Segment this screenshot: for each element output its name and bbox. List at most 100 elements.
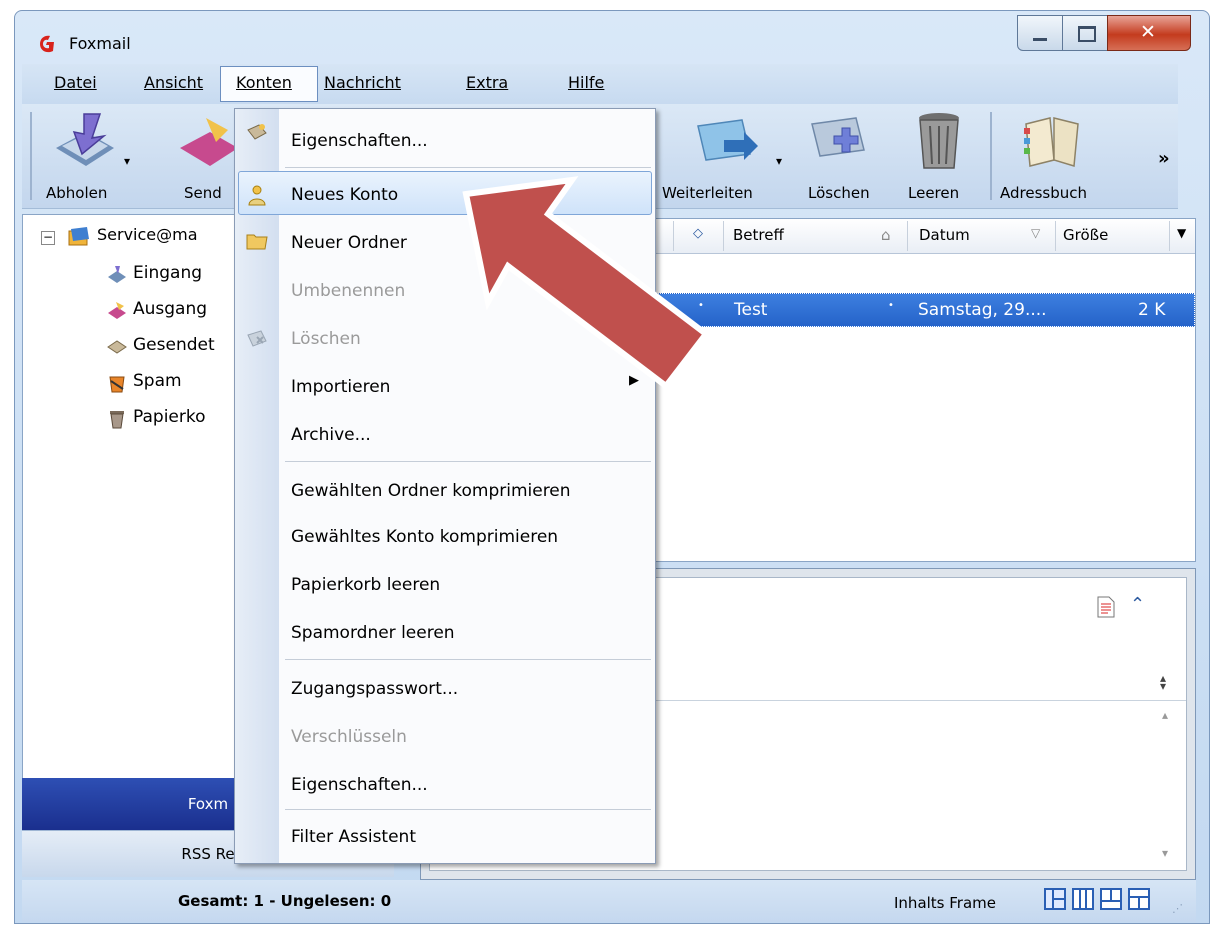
column-betreff[interactable]: Betreff bbox=[733, 226, 784, 244]
message-size: 2 K bbox=[1138, 300, 1166, 320]
menu-item-konto-komprimieren-label: Gewähltes Konto komprimieren bbox=[291, 527, 559, 547]
menu-item-spamordner-leeren[interactable]: Spamordner leeren bbox=[291, 609, 455, 657]
menu-extra[interactable]: Extra bbox=[466, 73, 508, 92]
message-subject: Test bbox=[734, 300, 768, 320]
menu-item-ordner-komprimieren-label: Gewählten Ordner komprimieren bbox=[291, 481, 571, 501]
layout-option-2-icon[interactable] bbox=[1072, 888, 1094, 910]
minimize-button[interactable] bbox=[1017, 15, 1063, 51]
menu-separator bbox=[285, 659, 651, 660]
message-date: Samstag, 29.... bbox=[918, 300, 1047, 320]
toolbar-overflow-button[interactable]: » bbox=[1158, 148, 1170, 169]
close-button[interactable]: ✕ bbox=[1107, 15, 1191, 51]
attachment-column-icon[interactable]: ⌂ bbox=[881, 226, 891, 244]
status-totals: Gesamt: 1 - Ungelesen: 0 bbox=[178, 892, 392, 910]
layout-option-4-icon[interactable] bbox=[1128, 888, 1150, 910]
column-separator bbox=[907, 221, 908, 251]
menu-extra-label: Extra bbox=[466, 73, 509, 92]
layout-option-3-icon[interactable] bbox=[1100, 888, 1122, 910]
new-account-icon bbox=[248, 185, 266, 206]
weiterleiten-dropdown-icon[interactable]: ▾ bbox=[776, 154, 782, 168]
collapse-header-icon[interactable]: ⌃ bbox=[1130, 594, 1145, 615]
menu-item-filter-assistent-label: Filter Assistent bbox=[291, 827, 416, 847]
menu-icon-gutter bbox=[235, 109, 279, 863]
menu-item-zugangspasswort-label: Zugangspasswort... bbox=[291, 679, 459, 699]
nav-rss-label: RSS Re bbox=[181, 845, 235, 863]
column-separator bbox=[723, 221, 724, 251]
menu-item-filter-assistent[interactable]: Filter Assistent bbox=[291, 813, 416, 861]
menu-item-umbenennen-label: Umbenennen bbox=[291, 281, 406, 301]
spam-icon bbox=[109, 376, 125, 393]
menu-separator bbox=[285, 809, 651, 810]
menu-item-neuer-ordner[interactable]: Neuer Ordner bbox=[291, 219, 407, 267]
window-title: Foxmail bbox=[69, 34, 131, 53]
folder-gesendet-label: Gesendet bbox=[133, 335, 215, 355]
preview-scrollbar[interactable]: ▴ ▾ bbox=[1160, 708, 1180, 868]
menu-ansicht[interactable]: Ansicht bbox=[144, 73, 203, 92]
folder-papierkorb[interactable]: Papierko bbox=[107, 407, 247, 433]
menu-datei[interactable]: Datei bbox=[54, 73, 97, 92]
senden-label: Send bbox=[184, 184, 222, 202]
sent-icon bbox=[107, 340, 127, 354]
senden-button[interactable]: Send bbox=[162, 104, 238, 208]
folder-spam[interactable]: Spam bbox=[107, 371, 247, 397]
menu-konten-label: Konten bbox=[236, 73, 292, 92]
abholen-dropdown-icon[interactable]: ▾ bbox=[124, 154, 130, 168]
loeschen-button[interactable]: Löschen bbox=[788, 104, 884, 208]
leeren-button[interactable]: Leeren bbox=[896, 104, 986, 208]
menu-item-spamordner-leeren-label: Spamordner leeren bbox=[291, 623, 455, 643]
folder-gesendet[interactable]: Gesendet bbox=[107, 335, 247, 361]
sort-desc-icon: ▽ bbox=[1031, 226, 1041, 240]
menu-item-umbenennen[interactable]: Umbenennen bbox=[291, 267, 405, 315]
layout-option-1-icon[interactable] bbox=[1044, 888, 1066, 910]
menu-item-neues-konto[interactable]: Neues Konto bbox=[291, 171, 398, 219]
folder-eingang[interactable]: Eingang bbox=[107, 263, 247, 289]
abholen-label: Abholen bbox=[46, 184, 108, 202]
column-datum[interactable]: Datum bbox=[919, 226, 970, 244]
account-label[interactable]: Service@ma bbox=[97, 225, 198, 251]
menu-item-archive[interactable]: Archive... bbox=[291, 411, 371, 459]
header-scroll-stepper[interactable]: ▴ ▾ bbox=[1160, 672, 1166, 692]
menu-item-verschluesseln-label: Verschlüsseln bbox=[291, 727, 407, 747]
adressbuch-button[interactable]: Adressbuch bbox=[996, 104, 1106, 208]
menu-item-eigenschaften-top[interactable]: Eigenschaften... bbox=[291, 117, 428, 165]
menu-item-eigenschaften-bottom[interactable]: Eigenschaften... bbox=[291, 761, 428, 809]
menu-item-verschluesseln[interactable]: Verschlüsseln bbox=[291, 713, 407, 761]
menu-nachricht[interactable]: Nachricht bbox=[324, 73, 401, 92]
status-bar: Gesamt: 1 - Ungelesen: 0 Inhalts Frame ⋰ bbox=[22, 880, 1196, 922]
menu-ansicht-label: Ansicht bbox=[144, 73, 204, 92]
menu-nachricht-label: Nachricht bbox=[324, 73, 401, 92]
scroll-up-icon[interactable]: ▴ bbox=[1162, 708, 1168, 722]
menu-datei-label: Datei bbox=[54, 73, 97, 92]
toolbar-grip bbox=[30, 112, 32, 200]
menu-item-loeschen[interactable]: Löschen bbox=[291, 315, 361, 363]
nav-foxmail-label: Foxm bbox=[187, 795, 229, 813]
send-mail-icon bbox=[180, 118, 238, 166]
folder-ausgang[interactable]: Ausgang bbox=[107, 299, 247, 325]
menu-konten[interactable]: Konten bbox=[236, 73, 292, 92]
column-chooser-icon[interactable]: ▼ bbox=[1177, 226, 1186, 240]
maximize-button[interactable] bbox=[1062, 15, 1108, 51]
receive-mail-icon bbox=[56, 113, 114, 166]
menu-item-eigenschaften-top-label: Eigenschaften... bbox=[291, 131, 428, 151]
menu-item-konto-komprimieren[interactable]: Gewähltes Konto komprimieren bbox=[291, 513, 558, 561]
abholen-button[interactable]: ▾ Abholen bbox=[38, 104, 138, 208]
delete-disabled-icon bbox=[247, 330, 267, 347]
scroll-down-icon[interactable]: ▾ bbox=[1162, 846, 1168, 860]
menu-item-papierkorb-leeren-label: Papierkorb leeren bbox=[291, 575, 441, 595]
menu-item-ordner-komprimieren[interactable]: Gewählten Ordner komprimieren bbox=[291, 467, 571, 515]
minimize-icon bbox=[1033, 38, 1047, 41]
collapse-toggle-icon[interactable]: − bbox=[41, 231, 55, 245]
folder-papierkorb-label: Papierko bbox=[133, 407, 206, 427]
menu-hilfe[interactable]: Hilfe bbox=[568, 73, 604, 92]
menu-item-papierkorb-leeren[interactable]: Papierkorb leeren bbox=[291, 561, 440, 609]
column-separator bbox=[1169, 221, 1170, 251]
folder-eingang-label: Eingang bbox=[133, 263, 203, 283]
document-icon[interactable] bbox=[1096, 596, 1116, 618]
column-groesse[interactable]: Größe bbox=[1063, 226, 1108, 244]
address-book-icon bbox=[1024, 117, 1079, 167]
account-icon bbox=[68, 227, 89, 246]
trash-folder-icon bbox=[110, 411, 124, 429]
resize-grip-icon[interactable]: ⋰ bbox=[1172, 902, 1183, 915]
leeren-label: Leeren bbox=[908, 184, 960, 202]
menu-item-zugangspasswort[interactable]: Zugangspasswort... bbox=[291, 665, 458, 713]
